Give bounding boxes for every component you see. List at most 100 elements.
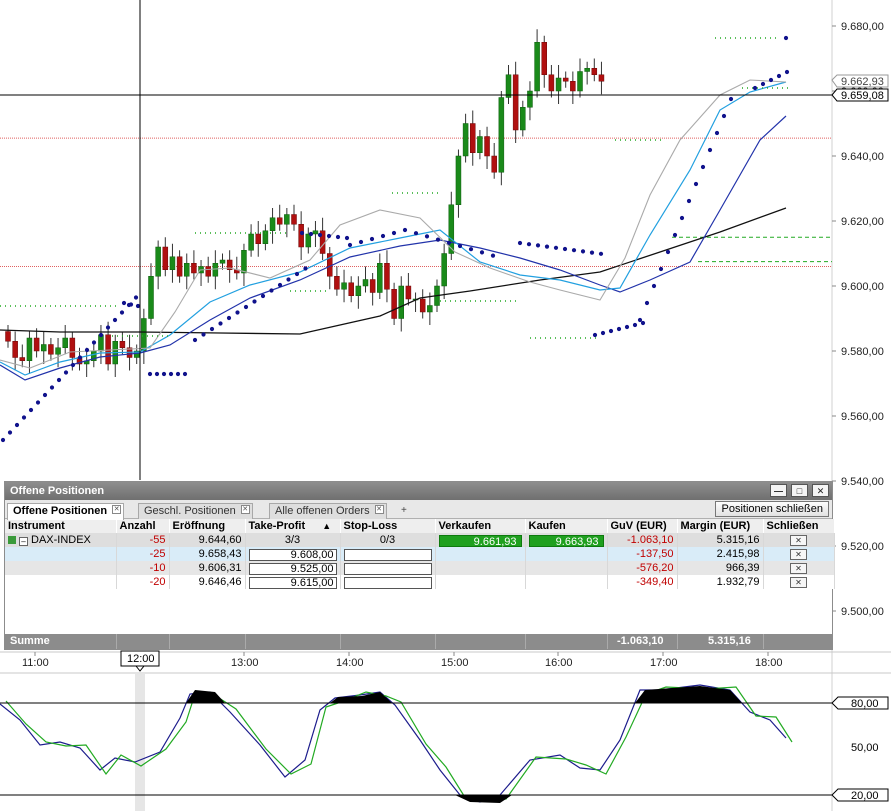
collapse-icon[interactable]: – [19, 537, 28, 546]
psar-dot [98, 332, 104, 338]
margin-cell: 5.315,16 [677, 533, 764, 547]
psar-dot [600, 330, 606, 336]
panel-titlebar[interactable]: Offene Positionen — □ ✕ [5, 482, 832, 500]
psar-dot [752, 85, 758, 91]
psar-dot [260, 293, 266, 299]
add-tab-icon[interactable]: + [401, 505, 407, 516]
psar-dot [119, 310, 125, 315]
table-row[interactable]: -20 9.646,46 9.615,00 -349,40 1.932,79 ✕ [5, 575, 835, 589]
col-anzahl[interactable]: Anzahl [116, 519, 170, 533]
close-positions-button[interactable]: Positionen schließen [715, 501, 829, 517]
col-instrument[interactable]: Instrument [5, 519, 117, 533]
guv-cell: -576,20 [607, 561, 678, 575]
eroeffnung-cell: 9.606,31 [169, 561, 246, 575]
psar-dot [728, 96, 734, 102]
psar-dot [63, 370, 69, 375]
psar-dot [571, 248, 577, 253]
psar-dot [707, 147, 713, 153]
candle-body [284, 214, 290, 225]
psar-dot [7, 430, 13, 435]
candle-body [269, 217, 276, 231]
sell-price-button[interactable]: 9.661,93 [438, 534, 522, 547]
candle-body [555, 77, 562, 92]
osc-label-50: 50,00 [851, 742, 879, 754]
candle-body [105, 334, 111, 365]
table-row-dax[interactable]: – DAX-INDEX -55 9.644,60 3/3 0/3 9.661,93… [5, 533, 835, 547]
psar-dot [624, 324, 630, 330]
col-verkaufen[interactable]: Verkaufen [435, 519, 526, 533]
psar-dot [344, 235, 350, 241]
time-axis-label: 13:00 [231, 657, 259, 669]
tab-close-icon[interactable]: ✕ [240, 505, 250, 514]
psar-dot [133, 295, 139, 300]
sell-cell[interactable]: 9.661,93 [435, 533, 526, 547]
instrument-color-icon [8, 536, 16, 544]
close-position-icon[interactable]: ✕ [790, 535, 807, 546]
close-position-icon[interactable]: ✕ [790, 563, 807, 574]
take-profit-input[interactable]: 9.608,00 [248, 548, 337, 561]
psar-dot [544, 244, 550, 249]
candle-body [298, 224, 304, 248]
psar-dot [446, 240, 452, 245]
close-icon[interactable]: ✕ [812, 484, 829, 497]
col-take-profit[interactable]: Take-Profit ▲ [245, 519, 341, 533]
table-row[interactable]: -10 9.606,31 9.525,00 -576,20 966,39 ✕ [5, 561, 835, 575]
table-row[interactable]: -25 9.658,43 9.608,00 -137,50 2.415,98 ✕ [5, 547, 835, 561]
psar-dot [175, 371, 181, 377]
tab-geschl-positionen[interactable]: Geschl. Positionen ✕ [138, 503, 253, 519]
close-position-icon[interactable]: ✕ [790, 549, 807, 560]
psar-dot [42, 392, 48, 398]
col-stop-loss[interactable]: Stop-Loss [340, 519, 436, 533]
psar-dot [776, 73, 782, 79]
psar-dot [70, 362, 76, 368]
psar-dot [672, 232, 678, 238]
buy-cell[interactable]: 9.663,93 [525, 533, 608, 547]
take-profit-input[interactable]: 9.615,00 [248, 576, 337, 589]
psar-dot [592, 332, 598, 338]
psar-dot [112, 317, 118, 323]
psar-dot [326, 233, 332, 239]
stop-loss-input[interactable] [343, 548, 432, 561]
tab-alle-offenen-orders[interactable]: Alle offenen Orders ✕ [269, 503, 387, 519]
eroeffnung-cell: 9.644,60 [169, 533, 246, 547]
candle-body [591, 68, 598, 75]
col-eroeffnung[interactable]: Eröffnung [169, 519, 246, 533]
price-chart[interactable]: 9.680,009.660,009.640,009.620,009.600,00… [0, 0, 891, 811]
psar-dot [468, 247, 474, 252]
candle-body [391, 289, 397, 319]
candle-body [455, 155, 462, 205]
psar-dot [269, 288, 274, 293]
psar-dot [218, 321, 223, 326]
psar-dot [135, 303, 141, 309]
candle-body [505, 74, 512, 98]
col-kaufen[interactable]: Kaufen [525, 519, 608, 533]
tab-close-icon[interactable]: ✕ [374, 505, 384, 514]
candle-body [541, 42, 547, 75]
close-position-icon[interactable]: ✕ [790, 577, 807, 588]
psar-dot [182, 371, 188, 377]
col-schliessen[interactable]: Schließen [763, 519, 835, 533]
time-axis-label: 11:00 [22, 657, 49, 669]
crosshair-price-tag: 9.659,08 [831, 88, 889, 102]
price-axis-label: 9.500,00 [841, 606, 884, 618]
stop-loss-input[interactable] [343, 576, 432, 589]
tab-offene-positionen[interactable]: Offene Positionen ✕ [7, 503, 125, 520]
buy-price-button[interactable]: 9.663,93 [528, 534, 604, 547]
psar-dot [369, 236, 375, 242]
candle-body [369, 279, 376, 293]
col-guv[interactable]: GuV (EUR) [607, 519, 678, 533]
candle-body [255, 233, 261, 244]
eroeffnung-cell: 9.646,46 [169, 575, 246, 589]
tab-close-icon[interactable]: ✕ [112, 505, 122, 514]
psar-dot [105, 325, 111, 330]
stop-loss-input[interactable] [343, 562, 432, 575]
psar-dot [562, 246, 568, 252]
price-axis-label: 9.600,00 [841, 281, 884, 293]
candle-body [241, 250, 247, 274]
maximize-icon[interactable]: □ [791, 484, 808, 497]
col-margin[interactable]: Margin (EUR) [677, 519, 764, 533]
take-profit-input[interactable]: 9.525,00 [248, 562, 337, 575]
minimize-icon[interactable]: — [770, 484, 787, 497]
psar-dot [28, 407, 34, 413]
candle-body [62, 337, 68, 348]
